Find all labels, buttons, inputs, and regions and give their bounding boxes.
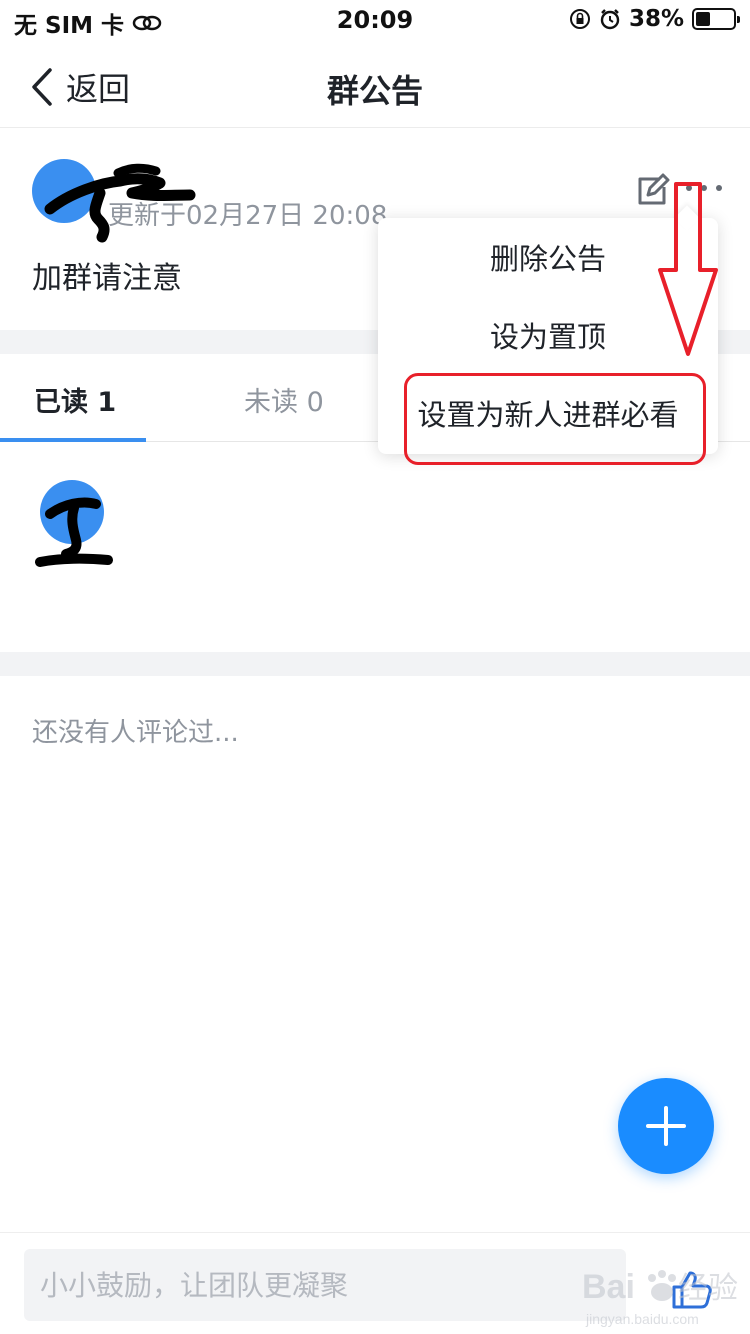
tab-active-indicator [0,438,146,442]
reader-item[interactable] [40,480,104,554]
edit-icon[interactable] [634,173,670,209]
author-avatar[interactable] [32,159,96,223]
thumbs-up-icon[interactable] [668,1265,716,1313]
page-title: 群公告 [326,72,423,110]
empty-comments-text: 还没有人评论过... [32,718,239,748]
avatar [40,480,104,544]
tab-read[interactable]: 已读 1 [34,380,116,419]
more-dot-icon [716,185,722,191]
battery-icon [692,8,740,30]
menu-item-delete[interactable]: 删除公告 [378,218,718,296]
section-divider [0,652,750,676]
battery-level [696,12,710,26]
alarm-icon [600,9,620,30]
menu-item-newcomer-must-read[interactable]: 设置为新人进群必看 [378,374,718,452]
more-dot-icon [686,185,692,191]
battery-percent: 38% [628,6,684,32]
announcement-body: 加群请注意 [32,261,182,296]
more-options-button[interactable] [686,185,722,191]
update-time: 更新于02月27日 20:08 [108,201,388,231]
plus-icon [646,1106,686,1146]
more-options-menu: 删除公告 设为置顶 设置为新人进群必看 [378,205,718,454]
more-dot-icon [701,185,707,191]
tab-unread[interactable]: 未读 0 [244,380,324,419]
status-bar: 无 SIM 卡 20:09 38% [0,0,750,44]
rotation-lock-icon [569,9,590,29]
menu-item-pin[interactable]: 设为置顶 [378,296,718,374]
comment-input[interactable] [24,1249,626,1321]
add-comment-button[interactable] [618,1078,714,1174]
nav-bar: 返回 群公告 [0,44,750,128]
comment-bar [0,1232,750,1334]
status-right: 38% [569,6,740,32]
